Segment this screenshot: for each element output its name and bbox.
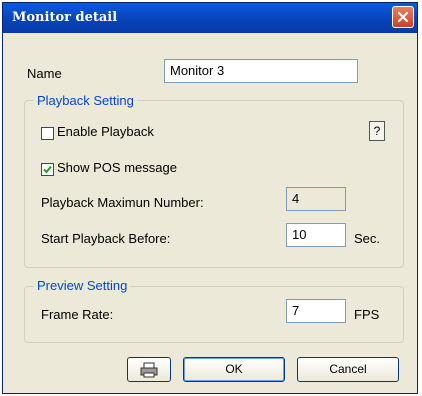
printer-icon xyxy=(140,362,158,378)
print-button[interactable] xyxy=(127,357,171,382)
start-playback-before-input[interactable]: 10 xyxy=(286,223,346,247)
fps-unit-label: FPS xyxy=(354,307,380,322)
name-input[interactable]: Monitor 3 xyxy=(164,59,358,83)
window-title: Monitor detail xyxy=(12,10,118,25)
close-button[interactable] xyxy=(392,6,414,28)
enable-playback-checkbox[interactable] xyxy=(41,127,54,140)
enable-playback-label[interactable]: Enable Playback xyxy=(57,124,154,139)
playback-max-number-field: 4 xyxy=(286,187,346,211)
checkmark-icon xyxy=(43,165,52,174)
preview-setting-title: Preview Setting xyxy=(34,278,131,293)
frame-rate-input[interactable]: 7 xyxy=(286,299,346,323)
monitor-detail-dialog: Monitor detail Name Monitor 3 Playback S… xyxy=(2,2,418,394)
show-pos-message-checkbox[interactable] xyxy=(41,163,54,176)
cancel-button[interactable]: Cancel xyxy=(297,357,399,382)
show-pos-message-label[interactable]: Show POS message xyxy=(57,160,177,175)
name-label: Name xyxy=(27,66,62,81)
ok-button[interactable]: OK xyxy=(183,357,285,382)
playback-setting-title: Playback Setting xyxy=(34,93,137,108)
seconds-unit-label: Sec. xyxy=(354,231,381,246)
close-x-icon xyxy=(397,11,409,23)
title-bar[interactable]: Monitor detail xyxy=(3,3,417,33)
help-button[interactable]: ? xyxy=(369,121,385,141)
start-playback-before-label: Start Playback Before: xyxy=(41,231,171,246)
playback-max-number-label: Playback Maximun Number: xyxy=(41,195,204,210)
frame-rate-label: Frame Rate: xyxy=(41,307,114,322)
